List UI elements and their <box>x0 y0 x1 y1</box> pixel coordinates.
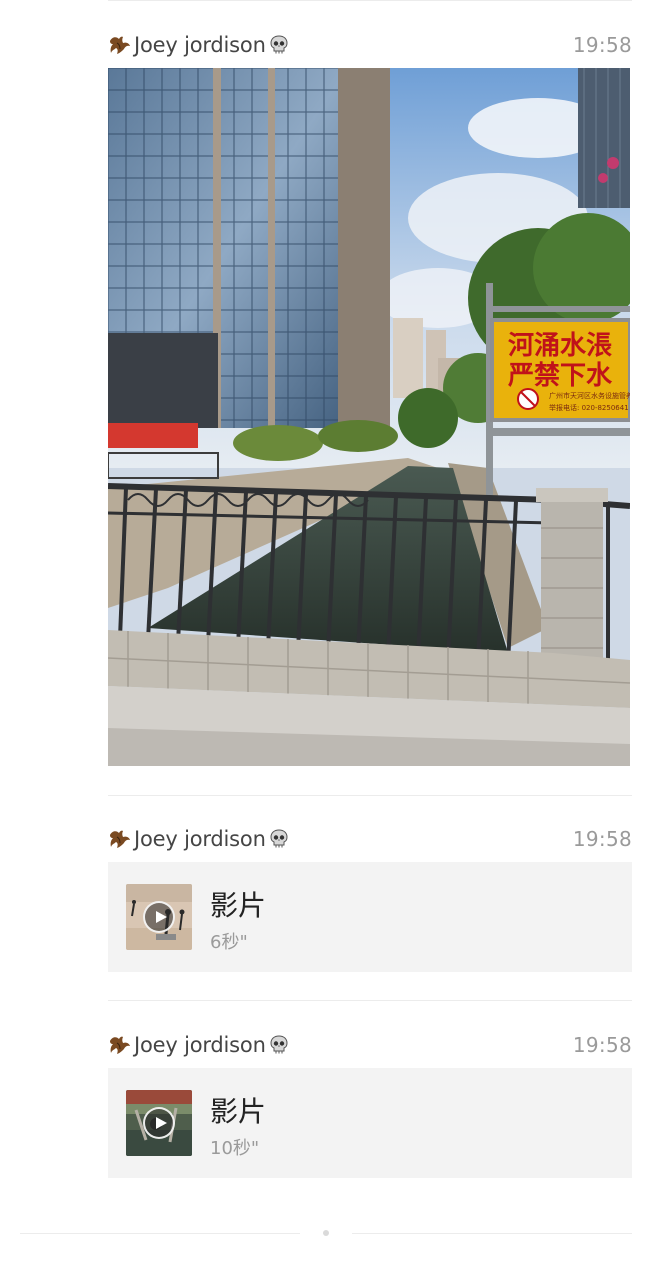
message-divider <box>108 795 632 796</box>
skull-icon <box>270 1035 288 1054</box>
skull-icon <box>270 829 288 848</box>
video-card[interactable]: 影片 6秒" <box>108 862 632 972</box>
video-thumbnail <box>126 884 192 950</box>
bat-icon <box>110 1036 130 1054</box>
sender-name[interactable]: Joey jordison <box>134 1033 266 1057</box>
message-time: 19:58 <box>572 1033 632 1057</box>
video-thumbnail <box>126 1090 192 1156</box>
end-of-list-dot <box>323 1230 329 1236</box>
play-icon[interactable] <box>143 1107 175 1139</box>
message-time: 19:58 <box>572 33 632 57</box>
top-divider <box>108 0 632 1</box>
photo-attachment[interactable]: 河涌水涱 严禁下水 广州市天河区水务设施管养 举报电话: 020-8250641 <box>108 68 630 766</box>
play-icon[interactable] <box>143 901 175 933</box>
video-title: 影片 <box>210 1095 267 1128</box>
street-canal-photo: 河涌水涱 严禁下水 广州市天河区水务设施管养 举报电话: 020-8250641 <box>108 68 630 766</box>
video-duration: 6秒" <box>210 932 248 953</box>
video-card[interactable]: 影片 10秒" <box>108 1068 632 1178</box>
footer-line-right <box>352 1233 632 1234</box>
sender-name[interactable]: Joey jordison <box>134 827 266 851</box>
sign-line1: 河涌水涱 <box>508 331 612 361</box>
sign-small2: 举报电话: 020-8250641 <box>549 403 629 412</box>
message-header: Joey jordison 19:58 <box>108 1030 632 1060</box>
message-header: Joey jordison 19:58 <box>108 824 632 854</box>
video-title: 影片 <box>210 889 267 922</box>
footer-line-left <box>20 1233 300 1234</box>
sign-line2: 严禁下水 <box>508 361 613 391</box>
video-duration: 10秒" <box>210 1138 260 1159</box>
bat-icon <box>110 36 130 54</box>
message-header: Joey jordison 19:58 <box>108 30 632 60</box>
message-divider <box>108 1000 632 1001</box>
sign-small1: 广州市天河区水务设施管养 <box>549 391 630 400</box>
skull-icon <box>270 35 288 54</box>
message-time: 19:58 <box>572 827 632 851</box>
sender-name[interactable]: Joey jordison <box>134 33 266 57</box>
bat-icon <box>110 830 130 848</box>
